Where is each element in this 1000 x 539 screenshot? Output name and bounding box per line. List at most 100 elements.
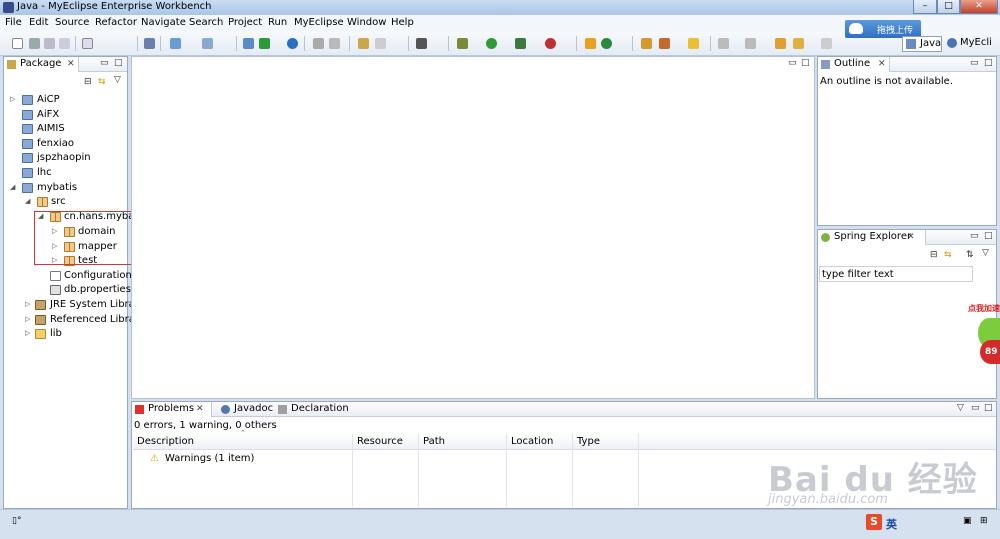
- column-resource[interactable]: Resource: [353, 434, 418, 450]
- close-spring-icon[interactable]: ✕: [907, 230, 915, 244]
- menu-help[interactable]: Help: [391, 17, 414, 28]
- column-location[interactable]: Location: [507, 434, 572, 450]
- menu-project[interactable]: Project: [228, 17, 262, 28]
- maximize-editor-icon[interactable]: □: [801, 58, 810, 68]
- link-spring-icon[interactable]: ⇆: [944, 250, 952, 260]
- filter-input[interactable]: [819, 266, 973, 282]
- menu-window[interactable]: Window: [347, 17, 386, 28]
- minimize-problems-icon[interactable]: ▭: [971, 403, 980, 413]
- last-edit-icon[interactable]: [775, 38, 786, 49]
- jar-icon[interactable]: [329, 38, 340, 49]
- run-server-icon[interactable]: [259, 38, 270, 49]
- tab-package-explorer[interactable]: Package ✕: [4, 57, 79, 72]
- menu-navigate[interactable]: Navigate: [141, 17, 186, 28]
- sogou-icon: S: [866, 514, 882, 530]
- title-bar: Java - MyEclipse Enterprise Workbench – …: [0, 0, 1000, 15]
- prev-annotation-icon[interactable]: [745, 38, 756, 49]
- tab-declaration[interactable]: Declaration: [275, 402, 349, 417]
- close-tab-icon[interactable]: ✕: [67, 57, 75, 71]
- menu-search[interactable]: Search: [189, 17, 223, 28]
- ime-indicator[interactable]: S 英: [866, 514, 906, 531]
- close-outline-icon[interactable]: ✕: [878, 57, 886, 71]
- status-icon-1[interactable]: ▣: [963, 516, 972, 526]
- view-menu-icon[interactable]: ▽: [114, 75, 121, 85]
- new-package-icon[interactable]: [375, 38, 386, 49]
- new-java-project-icon[interactable]: [585, 38, 596, 49]
- menu-myeclipse[interactable]: MyEclipse: [294, 17, 344, 28]
- problems-view-menu-icon[interactable]: ▽: [957, 403, 964, 413]
- search-icon[interactable]: [641, 38, 652, 49]
- tab-outline[interactable]: Outline ✕: [818, 57, 890, 72]
- web-project-icon[interactable]: [243, 38, 254, 49]
- perspective-myeclipse[interactable]: MyEcli: [944, 36, 1000, 52]
- accelerate-bubble: 点我加速: [968, 304, 1000, 313]
- column-type[interactable]: Type: [573, 434, 638, 450]
- menu-file[interactable]: File: [5, 17, 22, 28]
- back-icon[interactable]: [793, 38, 804, 49]
- status-icon-2[interactable]: ⊞: [980, 516, 988, 526]
- forward-icon[interactable]: [821, 38, 832, 49]
- run-icon[interactable]: [486, 38, 497, 49]
- save-icon[interactable]: [29, 38, 40, 49]
- maximize-spring-icon[interactable]: □: [984, 231, 993, 241]
- warning-icon: ⚠: [150, 453, 159, 464]
- score-badge: 89: [980, 340, 1000, 364]
- close-button[interactable]: ✕: [960, 0, 998, 14]
- fast-view-icon[interactable]: ▯°: [12, 516, 21, 526]
- open-type-icon[interactable]: [82, 38, 93, 49]
- problems-summary: 0 errors, 1 warning, 0 others: [134, 420, 277, 431]
- status-bar: ▯° ▣ ⊞: [0, 509, 1000, 539]
- save-all-icon[interactable]: [44, 38, 55, 49]
- new-icon[interactable]: [12, 38, 23, 49]
- next-annotation-icon[interactable]: [718, 38, 729, 49]
- watermark: Bai du 经验 jingyan.baidu.com: [768, 460, 978, 507]
- tab-javadoc[interactable]: Javadoc: [218, 402, 273, 417]
- outline-icon: [821, 60, 830, 69]
- annotation-icon[interactable]: [659, 38, 670, 49]
- collapse-all-icon[interactable]: ⊟: [84, 77, 92, 87]
- cloud-icon: [849, 23, 863, 34]
- bookmark-icon[interactable]: [688, 38, 699, 49]
- external-tools-icon[interactable]: [545, 38, 556, 49]
- run-last-icon[interactable]: [515, 38, 526, 49]
- server-icon[interactable]: [144, 38, 155, 49]
- print-icon[interactable]: [59, 38, 70, 49]
- minimize-button[interactable]: –: [913, 0, 937, 14]
- package-icon-tb[interactable]: [313, 38, 324, 49]
- accelerator-widget[interactable]: 点我加速 89: [968, 300, 1000, 370]
- refresh-icon[interactable]: [601, 38, 612, 49]
- maximize-problems-icon[interactable]: □: [984, 403, 993, 413]
- spring-view-menu-icon[interactable]: ▽: [982, 248, 989, 258]
- link-editor-icon[interactable]: ⇆: [98, 77, 106, 87]
- package-explorer-icon: [7, 60, 16, 69]
- menu-run[interactable]: Run: [268, 17, 287, 28]
- maximize-button[interactable]: □: [937, 0, 960, 14]
- maximize-view-icon[interactable]: □: [114, 58, 123, 68]
- minimize-editor-icon[interactable]: ▭: [788, 58, 797, 68]
- minimize-view-icon[interactable]: ▭: [100, 58, 109, 68]
- declaration-icon: [278, 405, 287, 414]
- minimize-outline-icon[interactable]: ▭: [970, 58, 979, 68]
- app-icon: [3, 2, 14, 13]
- sort-icon[interactable]: ⇅: [966, 250, 974, 260]
- new-class-icon[interactable]: [358, 38, 369, 49]
- browser-icon[interactable]: [287, 38, 298, 49]
- terminal-icon[interactable]: [416, 38, 427, 49]
- javadoc-icon: [221, 405, 230, 414]
- column-path[interactable]: Path: [419, 434, 506, 450]
- maximize-outline-icon[interactable]: □: [984, 58, 993, 68]
- perspective-java[interactable]: Java: [902, 36, 942, 52]
- server-run-icon[interactable]: [202, 38, 213, 49]
- menu-edit[interactable]: Edit: [29, 17, 48, 28]
- menu-source[interactable]: Source: [55, 17, 89, 28]
- outline-message: An outline is not available.: [820, 76, 953, 87]
- minimize-spring-icon[interactable]: ▭: [970, 231, 979, 241]
- close-problems-icon[interactable]: ✕: [196, 402, 204, 416]
- editor-area: ▭ □: [131, 56, 815, 399]
- collapse-spring-icon[interactable]: ⊟: [930, 250, 938, 260]
- menu-refactor[interactable]: Refactor: [95, 17, 137, 28]
- deploy-icon[interactable]: [170, 38, 181, 49]
- tab-spring-explorer[interactable]: Spring Explorer ✕: [818, 230, 926, 245]
- tab-problems[interactable]: Problems ✕: [132, 402, 212, 417]
- debug-icon[interactable]: [457, 38, 468, 49]
